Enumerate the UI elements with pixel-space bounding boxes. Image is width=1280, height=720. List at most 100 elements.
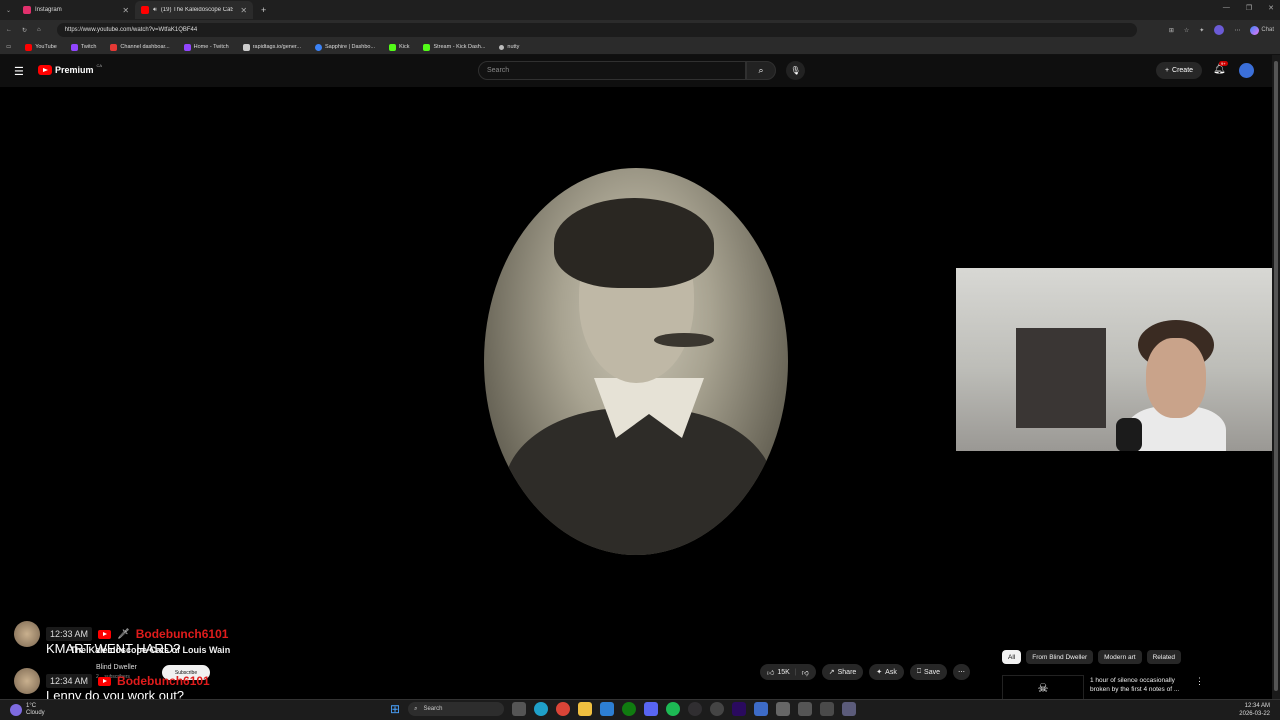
weather-icon	[10, 704, 22, 716]
menu-icon[interactable]: ☰	[14, 65, 24, 78]
clock-date: 2026-03-22	[1239, 711, 1270, 717]
chip-modern-art[interactable]: Modern art	[1098, 650, 1142, 664]
bookmark-kick-dashboard[interactable]: Stream - Kick Dash...	[423, 43, 486, 51]
bookmark-kick[interactable]: Kick	[389, 43, 409, 51]
share-button[interactable]: ↗ Share	[821, 664, 864, 680]
refresh-icon[interactable]: ↻	[22, 27, 27, 34]
back-icon[interactable]: ←	[6, 27, 12, 33]
region-code: CA	[96, 62, 103, 68]
ask-button[interactable]: ✦ Ask	[869, 664, 904, 680]
like-count: 15K	[777, 668, 790, 676]
clock-time: 12:34 AM	[1244, 703, 1270, 709]
chip-all[interactable]: All	[1002, 650, 1022, 664]
more-icon[interactable]: ⋯	[1234, 27, 1240, 34]
video-actions: 👍︎ 15K | 👎︎ ↗ Share ✦ Ask ⎕ Save ⋯	[760, 664, 971, 680]
search-icon: ⌕	[414, 705, 418, 712]
recommendation-thumbnail[interactable]: ☠	[1002, 675, 1084, 700]
tab-instagram[interactable]: Instagram ✕	[17, 1, 135, 19]
thumbs-down-icon[interactable]: 👎︎	[802, 668, 809, 677]
webcam-shelf	[1016, 328, 1106, 428]
app-icon[interactable]	[798, 702, 813, 716]
chip-from-channel[interactable]: From Blind Dweller	[1026, 650, 1094, 664]
discord-icon[interactable]	[644, 702, 659, 716]
voice-search-button[interactable]: 🎙︎	[786, 61, 805, 80]
bookmarks-bar: ▭ YouTube Twitch Channel dashboar... Hom…	[0, 40, 1280, 55]
xbox-icon[interactable]	[622, 702, 637, 716]
youtube-premium-logo[interactable]: Premium CA	[38, 62, 103, 75]
bookmark-sapphire[interactable]: Sapphire | Dashbo...	[315, 43, 375, 51]
scrollbar-thumb[interactable]	[1274, 61, 1278, 691]
chat-username: Bodebunch6101	[117, 674, 210, 688]
mail-icon[interactable]	[600, 702, 615, 716]
bookmark-label: Stream - Kick Dash...	[433, 44, 486, 50]
chrome-icon[interactable]	[556, 702, 571, 716]
obs-icon[interactable]	[688, 702, 703, 716]
skull-icon: ☠	[1037, 680, 1049, 695]
tab-list-chevron-icon[interactable]: ⌄	[0, 7, 17, 14]
save-button[interactable]: ⎕ Save	[909, 664, 948, 680]
create-button[interactable]: + Create	[1156, 62, 1202, 79]
chat-label: Chat	[1261, 27, 1274, 33]
more-actions-button[interactable]: ⋯	[953, 664, 971, 680]
page-scrollbar[interactable]	[1272, 55, 1280, 700]
system-clock[interactable]: 12:34 AM 2026-03-22	[1239, 702, 1270, 718]
app-icon[interactable]	[754, 702, 769, 716]
spotify-icon[interactable]	[666, 702, 681, 716]
windows-taskbar: 1°C Cloudy ⊞ ⌕ Search 12:34 AM 2026-03-2…	[0, 699, 1280, 720]
url-field[interactable]: https://www.youtube.com/watch?v=WtfaK1QB…	[56, 23, 1137, 37]
recommendation-title[interactable]: 1 hour of silence occasionally broken by…	[1090, 676, 1190, 694]
minimize-icon[interactable]: —	[1223, 4, 1230, 12]
favorites-icon[interactable]: ✦	[1199, 27, 1204, 34]
premiere-icon[interactable]	[732, 702, 747, 716]
bookmark-label: nutty	[507, 44, 520, 50]
start-icon[interactable]: ⊞	[390, 702, 400, 716]
bookmark-rapidtags[interactable]: rapidtags.io/gener...	[242, 43, 301, 51]
home-icon[interactable]: ⌂	[37, 27, 41, 33]
recommendation-more-icon[interactable]: ⋮	[1195, 676, 1204, 687]
plus-icon: +	[1164, 67, 1170, 74]
youtube-studio-icon	[110, 43, 118, 51]
task-view-icon[interactable]	[512, 702, 527, 716]
search-button[interactable]: ⌕	[746, 61, 776, 80]
bookmark-channel-dashboard[interactable]: Channel dashboar...	[110, 43, 170, 51]
bookmark-twitch[interactable]: Twitch	[70, 43, 96, 51]
chat-button[interactable]: Chat	[1250, 25, 1274, 35]
extensions-icon[interactable]: ⊞	[1169, 27, 1174, 34]
speaker-icon[interactable]: 🔊︎	[153, 7, 157, 14]
youtube-logo-icon	[38, 65, 52, 75]
account-avatar[interactable]	[1239, 63, 1254, 78]
star-icon[interactable]: ☆	[1184, 27, 1189, 34]
new-tab-icon[interactable]: +	[253, 5, 274, 15]
search-input[interactable]: Search	[478, 61, 746, 80]
tab-youtube[interactable]: 🔊︎ (19) The Kaleidoscope Cats of ✕	[135, 1, 254, 19]
bookmark-home-twitch[interactable]: Home - Twitch	[183, 43, 229, 51]
notification-badge: 9+	[1219, 61, 1228, 66]
chat-timestamp: 12:33 AM	[46, 627, 93, 641]
restore-icon[interactable]: ❐	[1246, 4, 1252, 12]
like-button[interactable]: 👍︎ 15K | 👎︎	[760, 664, 816, 680]
bookmark-youtube[interactable]: YouTube	[25, 43, 57, 51]
profile-icon[interactable]	[1214, 25, 1225, 35]
portrait-moustache	[654, 333, 714, 347]
chat-timestamp: 12:34 AM	[46, 674, 93, 688]
close-icon[interactable]: ✕	[122, 6, 129, 15]
settings-icon[interactable]	[710, 702, 725, 716]
file-explorer-icon[interactable]	[578, 702, 593, 716]
youtube-badge-icon	[98, 629, 112, 639]
close-window-icon[interactable]: ✕	[1268, 4, 1274, 12]
webcam-face	[1146, 338, 1206, 418]
app-icon[interactable]	[842, 702, 857, 716]
app-icon[interactable]	[820, 702, 835, 716]
chip-related[interactable]: Related	[1146, 650, 1181, 664]
bookmarks-folder-icon[interactable]: ▭	[6, 44, 11, 50]
bookmark-nutty[interactable]: nutty	[499, 44, 519, 50]
notifications-button[interactable]: 🔔︎ 9+	[1213, 61, 1228, 75]
close-icon[interactable]: ✕	[240, 6, 247, 15]
browser-tab-bar: ⌄ Instagram ✕ 🔊︎ (19) The Kaleidoscope C…	[0, 0, 1280, 20]
divider: |	[794, 668, 797, 676]
edge-icon[interactable]	[534, 702, 549, 716]
weather-widget[interactable]: 1°C Cloudy	[10, 703, 45, 717]
taskbar-search[interactable]: ⌕ Search	[408, 702, 505, 716]
bookmark-label: Home - Twitch	[193, 44, 229, 50]
app-icon[interactable]	[776, 702, 791, 716]
